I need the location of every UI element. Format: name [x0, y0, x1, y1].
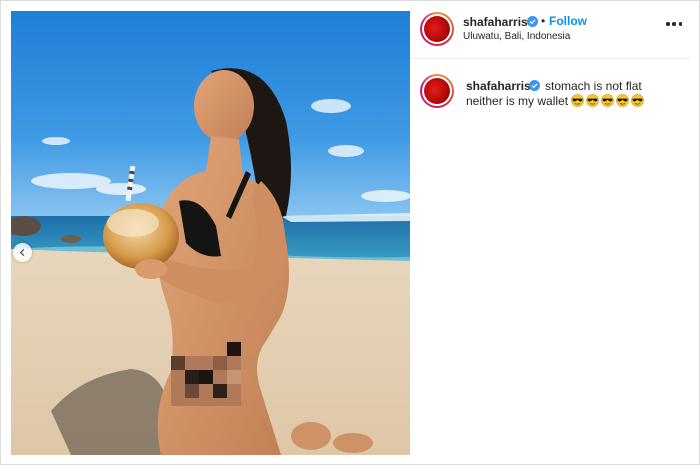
sunglasses-emoji — [586, 94, 600, 107]
sunglasses-emoji — [631, 94, 645, 107]
avatar[interactable] — [420, 12, 454, 46]
caption-emojis — [571, 94, 646, 109]
follow-separator: • — [541, 14, 546, 28]
more-options-icon[interactable] — [666, 22, 682, 26]
follow-button[interactable]: Follow — [549, 14, 587, 28]
caption-text-block: stomach is not flat neither is my wallet — [466, 79, 676, 109]
chevron-left-icon — [19, 248, 25, 257]
post-frame: shafaharris • Follow Uluwatu, Bali, Indo… — [0, 0, 700, 465]
carousel-prev-button[interactable] — [13, 243, 32, 262]
beach-photo-illustration — [11, 11, 410, 455]
header-username[interactable]: shafaharris — [463, 15, 528, 29]
post-photo[interactable] — [11, 11, 410, 455]
verified-badge-icon — [527, 16, 538, 27]
sunglasses-emoji — [571, 94, 585, 107]
caption-avatar[interactable] — [420, 74, 454, 108]
post-location[interactable]: Uluwatu, Bali, Indonesia — [463, 31, 570, 42]
sunglasses-emoji — [616, 94, 630, 107]
sunglasses-emoji — [601, 94, 615, 107]
post-header: shafaharris • Follow Uluwatu, Bali, Indo… — [410, 11, 691, 59]
post-side-panel: shafaharris • Follow Uluwatu, Bali, Indo… — [410, 11, 691, 455]
